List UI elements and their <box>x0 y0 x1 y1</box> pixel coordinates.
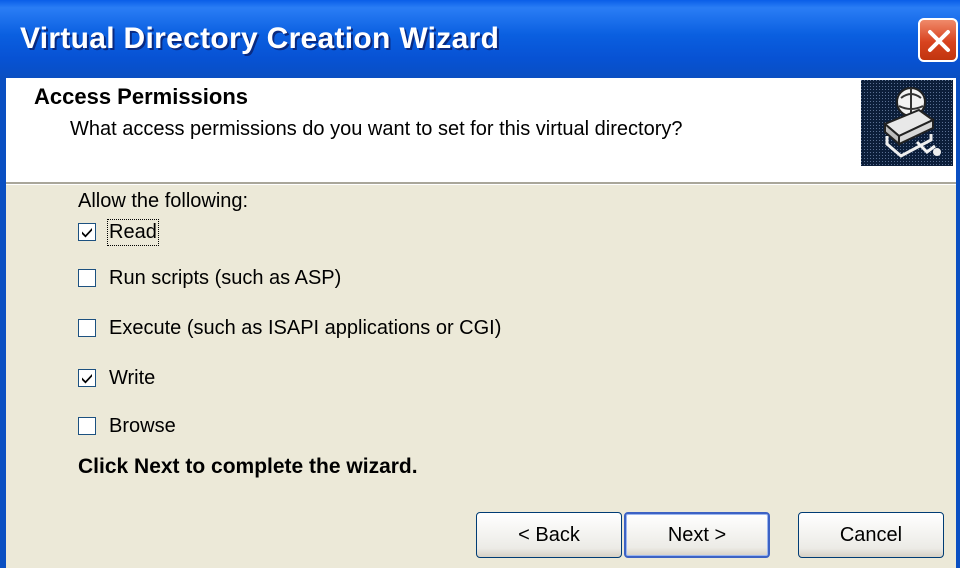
next-button[interactable]: Next > <box>624 512 770 558</box>
run-scripts-label[interactable]: Run scripts (such as ASP) <box>109 267 341 290</box>
header-divider <box>6 182 956 185</box>
execute-checkbox[interactable] <box>78 319 96 337</box>
execute-checkbox-row[interactable]: Execute (such as ISAPI applications or C… <box>78 314 501 342</box>
browse-label[interactable]: Browse <box>109 415 176 438</box>
wizard-window: Virtual Directory Creation Wizard Access… <box>0 0 960 568</box>
browse-checkbox-row[interactable]: Browse <box>78 412 176 440</box>
read-checkbox[interactable] <box>78 223 96 241</box>
window-frame-right <box>956 78 960 568</box>
back-button[interactable]: < Back <box>476 512 622 558</box>
browse-checkbox[interactable] <box>78 417 96 435</box>
read-checkbox-row[interactable]: Read <box>78 218 159 246</box>
wizard-header: Access Permissions What access permissio… <box>6 78 956 182</box>
header-subtitle: What access permissions do you want to s… <box>70 118 683 140</box>
run-scripts-checkbox[interactable] <box>78 269 96 287</box>
cancel-button[interactable]: Cancel <box>798 512 944 558</box>
write-checkbox-row[interactable]: Write <box>78 364 155 392</box>
close-button[interactable] <box>918 18 958 62</box>
wizard-book-icon <box>861 80 953 166</box>
read-label[interactable]: Read <box>107 218 159 246</box>
title-bar[interactable]: Virtual Directory Creation Wizard <box>0 0 960 78</box>
execute-label[interactable]: Execute (such as ISAPI applications or C… <box>109 317 501 340</box>
write-label[interactable]: Write <box>109 367 155 390</box>
window-title: Virtual Directory Creation Wizard <box>20 22 500 55</box>
permissions-label: Allow the following: <box>78 190 249 212</box>
header-title: Access Permissions <box>34 84 249 109</box>
completion-message: Click Next to complete the wizard. <box>78 455 418 478</box>
write-checkbox[interactable] <box>78 369 96 387</box>
run-scripts-checkbox-row[interactable]: Run scripts (such as ASP) <box>78 264 341 292</box>
